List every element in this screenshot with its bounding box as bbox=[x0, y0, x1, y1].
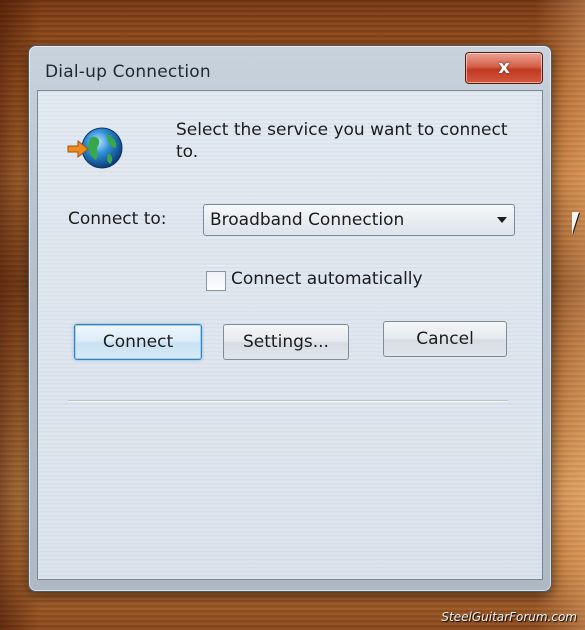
close-icon: x bbox=[498, 57, 510, 78]
connect-to-label: Connect to: bbox=[68, 209, 167, 229]
mouse-pointer-icon bbox=[572, 212, 579, 234]
connect-button[interactable]: Connect bbox=[74, 324, 202, 360]
dialup-dialog-window: Dial-up Connection x Select the service … bbox=[28, 45, 552, 592]
window-title: Dial-up Connection bbox=[45, 62, 211, 82]
prompt-text: Select the service you want to connect t… bbox=[176, 120, 508, 162]
chevron-down-icon bbox=[497, 217, 507, 223]
connect-automatically-label[interactable]: Connect automatically bbox=[231, 269, 423, 289]
connection-select-value: Broadband Connection bbox=[210, 210, 405, 230]
cancel-button[interactable]: Cancel bbox=[383, 321, 507, 357]
divider bbox=[68, 400, 508, 402]
dialog-content: Select the service you want to connect t… bbox=[37, 90, 543, 580]
connection-select[interactable]: Broadband Connection bbox=[203, 204, 515, 236]
globe-connection-icon bbox=[67, 127, 123, 169]
watermark-text: SteelGuitarForum.com bbox=[441, 610, 577, 624]
close-button[interactable]: x bbox=[465, 52, 543, 84]
connect-automatically-checkbox[interactable] bbox=[206, 271, 226, 291]
settings-button[interactable]: Settings... bbox=[223, 324, 349, 360]
